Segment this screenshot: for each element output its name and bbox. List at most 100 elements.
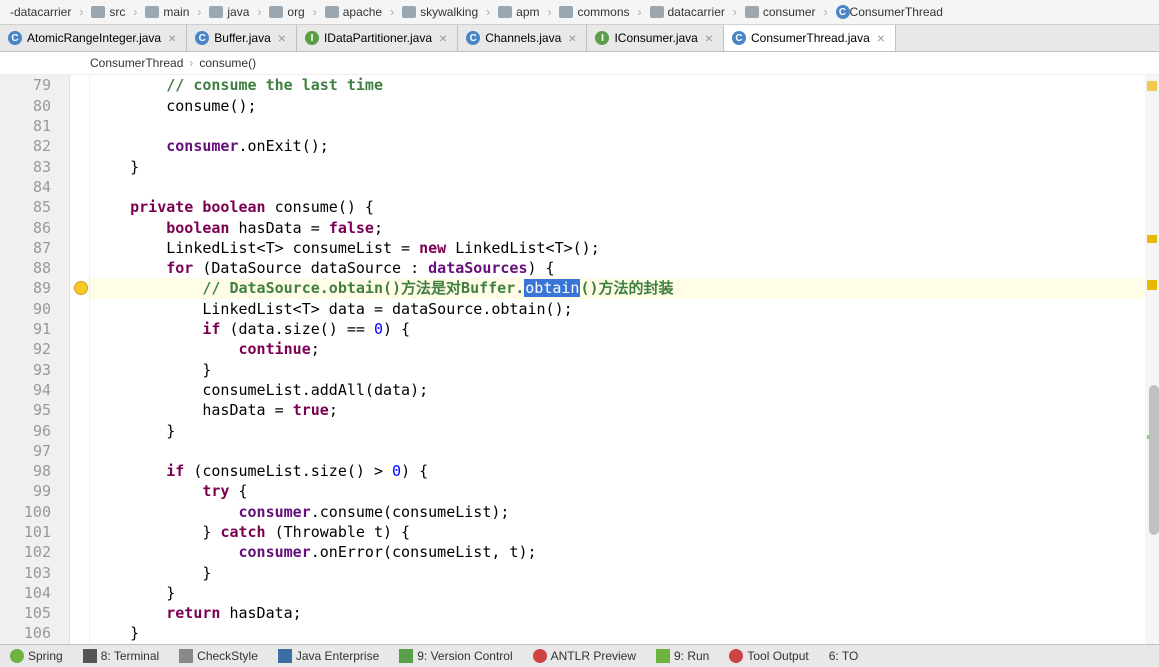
code-line[interactable]: // consume the last time <box>90 75 1145 95</box>
toolwindow-label: 8: Terminal <box>101 649 159 663</box>
nav-method[interactable]: consume() <box>199 56 256 70</box>
toolwindow-button[interactable]: ANTLR Preview <box>523 649 646 663</box>
code-line[interactable]: LinkedList<T> consumeList = new LinkedLi… <box>90 238 1145 258</box>
code-line[interactable]: consumeList.addAll(data); <box>90 380 1145 400</box>
toolwindow-button[interactable]: Spring <box>0 649 73 663</box>
editor-tab[interactable]: CAtomicRangeInteger.java× <box>0 25 187 51</box>
code-line[interactable] <box>90 441 1145 461</box>
code-line[interactable]: if (consumeList.size() > 0) { <box>90 461 1145 481</box>
editor-tab[interactable]: CConsumerThread.java× <box>724 25 896 51</box>
code-line[interactable]: consumer.onError(consumeList, t); <box>90 542 1145 562</box>
toolwindow-button[interactable]: Tool Output <box>719 649 818 663</box>
toolwindow-button[interactable]: CheckStyle <box>169 649 268 663</box>
warning-marker[interactable] <box>1147 280 1157 290</box>
breadcrumb-item[interactable]: org <box>263 5 310 19</box>
breadcrumb-label: consumer <box>763 5 816 19</box>
error-stripe[interactable] <box>1145 75 1159 643</box>
code-line[interactable]: boolean hasData = false; <box>90 218 1145 238</box>
folder-icon <box>269 6 283 18</box>
close-icon[interactable]: × <box>875 30 887 46</box>
intention-bulb-icon[interactable] <box>74 281 88 295</box>
toolwindow-label: CheckStyle <box>197 649 258 663</box>
breadcrumb-item[interactable]: consumer <box>739 5 822 19</box>
toolwindow-label: Tool Output <box>747 649 808 663</box>
close-icon[interactable]: × <box>703 30 715 46</box>
vertical-scrollbar[interactable] <box>1149 385 1159 535</box>
folder-icon <box>745 6 759 18</box>
class-icon: C <box>195 31 209 45</box>
ent-icon <box>278 649 292 663</box>
toolwindow-button[interactable]: 8: Terminal <box>73 649 169 663</box>
code-line[interactable]: } <box>90 157 1145 177</box>
line-number: 102 <box>0 542 51 562</box>
toolwindow-button[interactable]: 9: Version Control <box>389 649 522 663</box>
close-icon[interactable]: × <box>566 30 578 46</box>
breadcrumb-label: -datacarrier <box>10 5 71 19</box>
breadcrumb-item[interactable]: apache <box>319 5 388 19</box>
code-line[interactable]: consumer.consume(consumeList); <box>90 502 1145 522</box>
code-line[interactable]: consume(); <box>90 96 1145 116</box>
class-icon: C <box>466 31 480 45</box>
breadcrumb-item[interactable]: CConsumerThread <box>830 5 949 19</box>
folder-icon <box>498 6 512 18</box>
run-icon <box>656 649 670 663</box>
code-line[interactable] <box>90 116 1145 136</box>
line-number: 101 <box>0 522 51 542</box>
gutter-icons <box>70 75 90 643</box>
code-line[interactable]: return hasData; <box>90 603 1145 623</box>
line-number: 88 <box>0 258 51 278</box>
editor-tab[interactable]: CChannels.java× <box>458 25 587 51</box>
toolwindow-button[interactable]: 6: TO <box>819 649 869 663</box>
line-gutter: 7980818283848586878889909192939495969798… <box>0 75 70 643</box>
code-line[interactable]: if (data.size() == 0) { <box>90 319 1145 339</box>
warning-marker[interactable] <box>1147 235 1157 243</box>
chevron-right-icon: › <box>195 5 203 19</box>
code-line[interactable]: } <box>90 421 1145 441</box>
line-number: 91 <box>0 319 51 339</box>
code-line[interactable]: // DataSource.obtain()方法是对Buffer.obtain(… <box>90 278 1145 298</box>
warning-marker[interactable] <box>1147 81 1157 91</box>
chevron-right-icon: › <box>388 5 396 19</box>
breadcrumb-item[interactable]: apm <box>492 5 545 19</box>
close-icon[interactable]: × <box>437 30 449 46</box>
breadcrumb-item[interactable]: -datacarrier <box>4 5 77 19</box>
code-line[interactable]: try { <box>90 481 1145 501</box>
breadcrumb-label: org <box>287 5 304 19</box>
breadcrumb-item[interactable]: main <box>139 5 195 19</box>
code-line[interactable]: } <box>90 563 1145 583</box>
toolwindow-button[interactable]: Java Enterprise <box>268 649 389 663</box>
folder-icon <box>325 6 339 18</box>
breadcrumb-item[interactable]: skywalking <box>396 5 484 19</box>
breadcrumb-item[interactable]: commons <box>553 5 635 19</box>
code-line[interactable]: } <box>90 623 1145 643</box>
chevron-right-icon: › <box>484 5 492 19</box>
code-editor[interactable]: 7980818283848586878889909192939495969798… <box>0 75 1159 643</box>
breadcrumb-label: main <box>163 5 189 19</box>
code-line[interactable]: private boolean consume() { <box>90 197 1145 217</box>
code-line[interactable]: } <box>90 583 1145 603</box>
breadcrumb-item[interactable]: datacarrier <box>644 5 731 19</box>
nav-class[interactable]: ConsumerThread <box>90 56 183 70</box>
code-line[interactable]: hasData = true; <box>90 400 1145 420</box>
close-icon[interactable]: × <box>166 30 178 46</box>
close-icon[interactable]: × <box>276 30 288 46</box>
breadcrumb-item[interactable]: java <box>203 5 255 19</box>
code-line[interactable]: } <box>90 360 1145 380</box>
editor-tab[interactable]: IIDataPartitioner.java× <box>297 25 458 51</box>
code-line[interactable]: consumer.onExit(); <box>90 136 1145 156</box>
editor-tabs: CAtomicRangeInteger.java×CBuffer.java×II… <box>0 25 1159 52</box>
breadcrumb-item[interactable]: src <box>85 5 131 19</box>
editor-tab[interactable]: IIConsumer.java× <box>587 25 724 51</box>
line-number: 84 <box>0 177 51 197</box>
line-number: 93 <box>0 360 51 380</box>
editor-tab[interactable]: CBuffer.java× <box>187 25 297 51</box>
line-number: 97 <box>0 441 51 461</box>
code-line[interactable]: for (DataSource dataSource : dataSources… <box>90 258 1145 278</box>
code-line[interactable] <box>90 177 1145 197</box>
toolwindow-button[interactable]: 9: Run <box>646 649 719 663</box>
code-line[interactable]: LinkedList<T> data = dataSource.obtain()… <box>90 299 1145 319</box>
code-line[interactable]: } catch (Throwable t) { <box>90 522 1145 542</box>
nav-path: ConsumerThread › consume() <box>0 52 1159 75</box>
code-line[interactable]: continue; <box>90 339 1145 359</box>
code-area[interactable]: // consume the last time consume(); cons… <box>90 75 1145 643</box>
